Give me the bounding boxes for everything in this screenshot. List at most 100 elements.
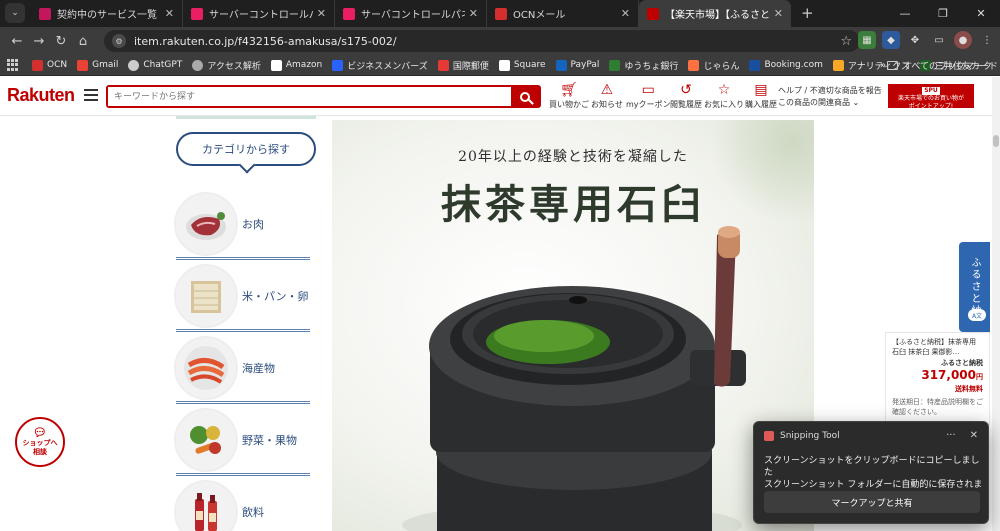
close-icon[interactable]: ✕ (970, 430, 978, 441)
menu-hamburger-icon[interactable] (84, 89, 98, 104)
address-bar[interactable]: ⚙ item.rakuten.co.jp/f432156-amakusa/s17… (104, 30, 860, 52)
spu-tag: SPU (922, 87, 940, 95)
nav-favorites[interactable]: ☆ お気に入り (704, 82, 744, 110)
nav-label: 閲覧履歴 (670, 100, 702, 109)
search-button[interactable] (511, 87, 539, 106)
bank-icon (609, 59, 621, 71)
nav-cart[interactable]: 🛒︎ 買い物かご (549, 82, 589, 110)
bookmark-star-icon[interactable]: ☆ (840, 34, 852, 49)
category-item-vegetables[interactable]: 野菜・果物 (176, 404, 316, 476)
bookmark-amazon[interactable]: Amazon (270, 59, 322, 71)
translate-icon[interactable]: A文 (968, 309, 986, 321)
site-info-icon[interactable]: ⚙ (112, 34, 126, 48)
spu-line1: 楽天市場でのお買い物が (897, 95, 964, 102)
category-item-meat[interactable]: お肉 (176, 188, 316, 260)
nav-purchase-history[interactable]: ▤ 購入履歴 (745, 82, 777, 110)
extension-icon[interactable]: ▦ (858, 31, 876, 49)
sidepanel-icon[interactable]: ▭ (930, 31, 948, 49)
chrome-menu-icon[interactable]: ⋮ (978, 31, 996, 49)
shipping-note: 発送期日：特産品説明欄をご確認ください。 (892, 398, 983, 416)
bookmark-label: Booking.com (764, 60, 823, 70)
toolbar-extensions: ▦ ◆ ✥ ▭ ● ⋮ (858, 31, 996, 49)
browser-tab-active[interactable]: 【楽天市場】【ふるさと納税】抹茶専用石臼 ✕ (639, 0, 791, 27)
restore-icon[interactable]: ❐ (924, 0, 962, 27)
category-item-drinks[interactable]: 飲料 (176, 476, 316, 531)
bookmark-access-analytics[interactable]: アクセス解析 (192, 59, 261, 72)
bookmark-label: Square (513, 60, 546, 70)
tab-search-icon[interactable]: ⌄ (5, 3, 25, 23)
back-icon[interactable]: ← (6, 34, 28, 49)
bookmark-chatgpt[interactable]: ChatGPT (128, 59, 182, 71)
scrollbar-thumb[interactable] (993, 135, 999, 147)
nav-coupon[interactable]: ▭ myクーポン (626, 82, 671, 110)
tab-favicon (647, 7, 659, 20)
profile-avatar[interactable]: ● (954, 31, 972, 49)
bookmark-label: アクセス解析 (207, 61, 261, 72)
paypal-icon (555, 59, 567, 71)
bookmark-paypal[interactable]: PayPal (555, 59, 599, 71)
browser-tab[interactable]: OCNメール ✕ (487, 0, 639, 27)
category-sidebar: カテゴリから探す お肉 米・パン・卵 海産物 野菜・果物 飲料 (176, 116, 316, 531)
close-tab-icon[interactable]: ✕ (774, 7, 783, 20)
category-item-rice[interactable]: 米・パン・卵 (176, 260, 316, 332)
close-tab-icon[interactable]: ✕ (317, 7, 326, 20)
bookmark-ocn[interactable]: OCN (32, 59, 68, 71)
rakuten-logo[interactable]: Rakuten (7, 85, 75, 106)
category-label: 米・パン・卵 (242, 290, 309, 303)
close-tab-icon[interactable]: ✕ (165, 7, 174, 20)
product-hero-image[interactable]: 20年以上の経験と技術を凝縮した 抹茶専用石臼 (332, 120, 814, 531)
price-value: 317,000 (921, 368, 976, 382)
search-icon (520, 91, 530, 102)
home-icon[interactable]: ⌂ (72, 34, 94, 49)
extensions-puzzle-icon[interactable]: ✥ (906, 31, 924, 49)
help-report-link[interactable]: ヘルプ / 不適切な商品を報告 (778, 85, 882, 97)
close-tab-icon[interactable]: ✕ (469, 7, 478, 20)
tab-favicon (495, 7, 507, 20)
folder-icon (886, 60, 898, 70)
bookmark-gmail[interactable]: Gmail (77, 59, 118, 71)
more-options-icon[interactable]: ··· (946, 430, 956, 441)
drink-icon (176, 482, 236, 531)
snipping-tool-notification: Snipping Tool ··· ✕ スクリーンショットをクリップボードにコピ… (753, 421, 989, 524)
tab-title: 契約中のサービス一覧｜さくらインターネット (57, 10, 161, 21)
star-icon: ☆ (717, 82, 731, 98)
apps-grid-icon[interactable] (7, 59, 18, 71)
category-item-seafood[interactable]: 海産物 (176, 332, 316, 404)
browser-tab[interactable]: 契約中のサービス一覧｜さくらインターネット ✕ (31, 0, 183, 27)
close-icon[interactable]: ✕ (962, 0, 1000, 27)
extension-shield-icon[interactable]: ◆ (882, 31, 900, 49)
page-scrollbar[interactable] (992, 77, 1000, 531)
all-bookmarks[interactable]: すべてのブックマーク (886, 59, 992, 72)
related-items-dropdown[interactable]: この商品の関連商品 ⌄ (778, 97, 882, 109)
browser-tab[interactable]: サーバーコントロールパネル ✕ (183, 0, 335, 27)
jalan-icon (688, 59, 700, 71)
close-tab-icon[interactable]: ✕ (621, 7, 630, 20)
browser-toolbar: ← → ↻ ⌂ ⚙ item.rakuten.co.jp/f432156-ama… (0, 27, 1000, 55)
search-input[interactable] (108, 87, 511, 106)
shop-chat-button[interactable]: 💬︎ ショップへ 相談 (15, 417, 65, 467)
new-tab-button[interactable]: + (801, 4, 814, 22)
nav-notice[interactable]: ⚠ お知らせ (591, 82, 623, 110)
markup-share-button[interactable]: マークアップと共有 (764, 491, 980, 513)
category-label: 野菜・果物 (242, 434, 297, 447)
bookmark-business-members[interactable]: ビジネスメンバーズ (332, 59, 428, 72)
rice-icon (176, 266, 236, 326)
forward-icon[interactable]: → (28, 34, 50, 49)
globe-icon (192, 59, 204, 71)
product-type: ふるさと納税 (941, 359, 983, 367)
spu-banner[interactable]: SPU 楽天市場でのお買い物が ポイントアップ! (888, 84, 974, 110)
bookmarks-overflow-icon[interactable]: » (880, 60, 886, 71)
bookmark-square[interactable]: Square (498, 59, 546, 71)
bookmark-yucho[interactable]: ゆうちょ銀行 (609, 59, 678, 72)
product-summary-card[interactable]: 【ふるさと納税】抹茶専用 石臼 抹茶臼 果御影… ふるさと納税 317,000円… (885, 332, 990, 425)
bookmark-intl-mail[interactable]: 国際郵便 (437, 59, 489, 72)
bookmark-booking[interactable]: Booking.com (749, 59, 823, 71)
nav-history[interactable]: ↺ 閲覧履歴 (670, 82, 702, 110)
bookmark-jalan[interactable]: じゃらん (688, 59, 739, 72)
shop-chat-label: 相談 (33, 448, 47, 456)
browser-tab[interactable]: サーバコントロールパネル - ファイルマネージャー ✕ (335, 0, 487, 27)
reload-icon[interactable]: ↻ (50, 34, 72, 49)
minimize-icon[interactable]: — (886, 0, 924, 27)
bookmark-label: OCN (47, 60, 68, 70)
bookmark-label: ゆうちょ銀行 (624, 61, 679, 72)
